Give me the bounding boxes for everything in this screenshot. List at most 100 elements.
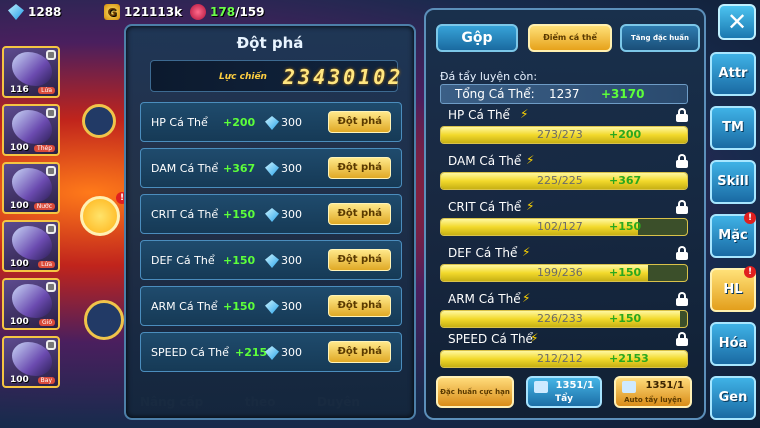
gem-icon [265, 162, 279, 176]
gem-icon [265, 116, 279, 130]
power-label: Lực chiến [219, 72, 267, 82]
hero-card[interactable]: 116 Lửa [2, 46, 60, 98]
bolt-icon: ⚡ [520, 107, 529, 121]
hero-element: Gió [39, 319, 55, 326]
lock-icon [46, 50, 56, 60]
stat-bonus: +367 [223, 162, 256, 175]
hero-element: Bay [37, 377, 55, 384]
gold-amount: 121113k [124, 5, 183, 19]
stat-row: CRIT Cá Thể ⚡ 102/127 +150 [440, 199, 692, 244]
lock-icon [46, 282, 56, 292]
stat-value: 273/273 [537, 128, 583, 141]
stone-icon [534, 381, 548, 393]
gem-cost: 300 [281, 208, 302, 221]
tab-individual-points[interactable]: Điểm cá thể [528, 24, 612, 52]
power-value: 23430102 [283, 65, 404, 89]
stat-bar: 225/225 +367 [440, 172, 688, 190]
stat-name: DAM Cá Thể [151, 162, 219, 175]
side-tab-attr[interactable]: Attr [710, 52, 756, 96]
stat-name: DEF Cá Thể [151, 254, 215, 267]
gem-icon [265, 300, 279, 314]
panel-title: Đột phá [236, 34, 304, 52]
side-tab-tm[interactable]: TM [710, 106, 756, 150]
stat-bar: 226/233 +150 [440, 310, 688, 328]
stat-bonus: +2153 [609, 352, 649, 365]
hero-card[interactable]: 100 Lửa [2, 220, 60, 272]
extreme-training-button[interactable]: Đặc huấn cực hạn [436, 376, 514, 408]
stat-bonus: +200 [609, 128, 642, 141]
bolt-icon: ⚡ [522, 291, 531, 305]
energy-icon [190, 4, 206, 20]
hero-card[interactable]: 100 Thép [2, 104, 60, 156]
gem-cost: 300 [281, 162, 302, 175]
reroll-label: Tẩy [554, 394, 574, 404]
stat-value: 226/233 [537, 312, 583, 325]
stat-bar: 199/236 +150 [440, 264, 688, 282]
stat-value: 102/127 [537, 220, 583, 233]
auto-reroll-button[interactable]: 1351/1 Auto tẩy luyện [614, 376, 692, 408]
breakthrough-row: DAM Cá Thể +367 300 Đột phá [140, 148, 402, 188]
stat-name: ARM Cá Thể [448, 292, 521, 306]
stat-value: 212/212 [537, 352, 583, 365]
individual-stats-panel: Gộp Điểm cá thể Tăng đặc huấn Đá tẩy luy… [424, 8, 706, 420]
breakthrough-button[interactable]: Đột phá [328, 157, 391, 179]
hero-card[interactable]: 100 Nước [2, 162, 60, 214]
gem-counter[interactable]: 1288 [8, 4, 61, 20]
energy-counter[interactable]: 178 /159 [190, 4, 265, 20]
team-formation-icon[interactable] [84, 300, 124, 340]
total-individual: Tổng Cá Thể: 1237 +3170 [440, 84, 688, 104]
breakthrough-button[interactable]: Đột phá [328, 295, 391, 317]
reroll-button[interactable]: 1351/1 Tẩy [526, 376, 602, 408]
gem-cost: 300 [281, 300, 302, 313]
lock-icon[interactable] [676, 108, 688, 122]
lock-icon[interactable] [676, 332, 688, 346]
tab-special-training[interactable]: Tăng đặc huấn [620, 24, 700, 52]
stone-icon [622, 381, 636, 393]
stat-row: ARM Cá Thể ⚡ 226/233 +150 [440, 291, 692, 336]
gem-amount: 1288 [28, 5, 62, 19]
stat-bonus: +150 [609, 266, 642, 279]
bolt-icon: ⚡ [526, 153, 535, 167]
stat-bar: 273/273 +200 [440, 126, 688, 144]
lock-icon[interactable] [676, 246, 688, 260]
bolt-icon: ⚡ [526, 199, 535, 213]
breakthrough-button[interactable]: Đột phá [328, 111, 391, 133]
breakthrough-button[interactable]: Đột phá [328, 249, 391, 271]
breakthrough-row: CRIT Cá Thể +150 300 Đột phá [140, 194, 402, 234]
gold-icon: G [104, 4, 120, 20]
gold-counter[interactable]: G 121113k [104, 4, 182, 20]
combat-power: Lực chiến 23430102 [150, 60, 400, 92]
stat-name: DAM Cá Thể [448, 154, 522, 168]
lock-icon [46, 340, 56, 350]
total-value: 1237 [549, 87, 580, 101]
breakthrough-button[interactable]: Đột phá [328, 341, 391, 363]
lock-icon[interactable] [676, 292, 688, 306]
close-button[interactable]: ✕ [718, 4, 756, 40]
hero-element: Thép [34, 145, 55, 152]
hero-card[interactable]: 100 Bay [2, 336, 60, 388]
side-tab-evolve[interactable]: Hóa [710, 322, 756, 366]
breakthrough-row: DEF Cá Thể +150 300 Đột phá [140, 240, 402, 280]
lock-icon[interactable] [676, 154, 688, 168]
stat-bar: 212/212 +2153 [440, 350, 688, 368]
breakthrough-row: HP Cá Thể +200 300 Đột phá [140, 102, 402, 142]
hero-level: 100 [10, 259, 29, 269]
stat-bonus: +150 [223, 300, 256, 313]
alert-badge: ! [744, 266, 756, 278]
evolution-item-icon[interactable] [82, 104, 116, 138]
energy-max: /159 [235, 5, 265, 19]
stat-name: CRIT Cá Thể [151, 208, 219, 221]
breakthrough-button[interactable]: Đột phá [328, 203, 391, 225]
side-tab-gen[interactable]: Gen [710, 376, 756, 420]
hero-card[interactable]: 100 Gió [2, 278, 60, 330]
lock-icon[interactable] [80, 196, 120, 236]
stat-name: ARM Cá Thể [151, 300, 218, 313]
lock-icon [46, 224, 56, 234]
stat-name: SPEED Cá Thể [448, 332, 533, 346]
alert-badge: ! [744, 212, 756, 224]
lock-icon[interactable] [676, 200, 688, 214]
side-tab-skill[interactable]: Skill [710, 160, 756, 204]
energy-current: 178 [210, 5, 236, 19]
stat-name: HP Cá Thể [448, 108, 510, 122]
tab-merge[interactable]: Gộp [436, 24, 518, 52]
